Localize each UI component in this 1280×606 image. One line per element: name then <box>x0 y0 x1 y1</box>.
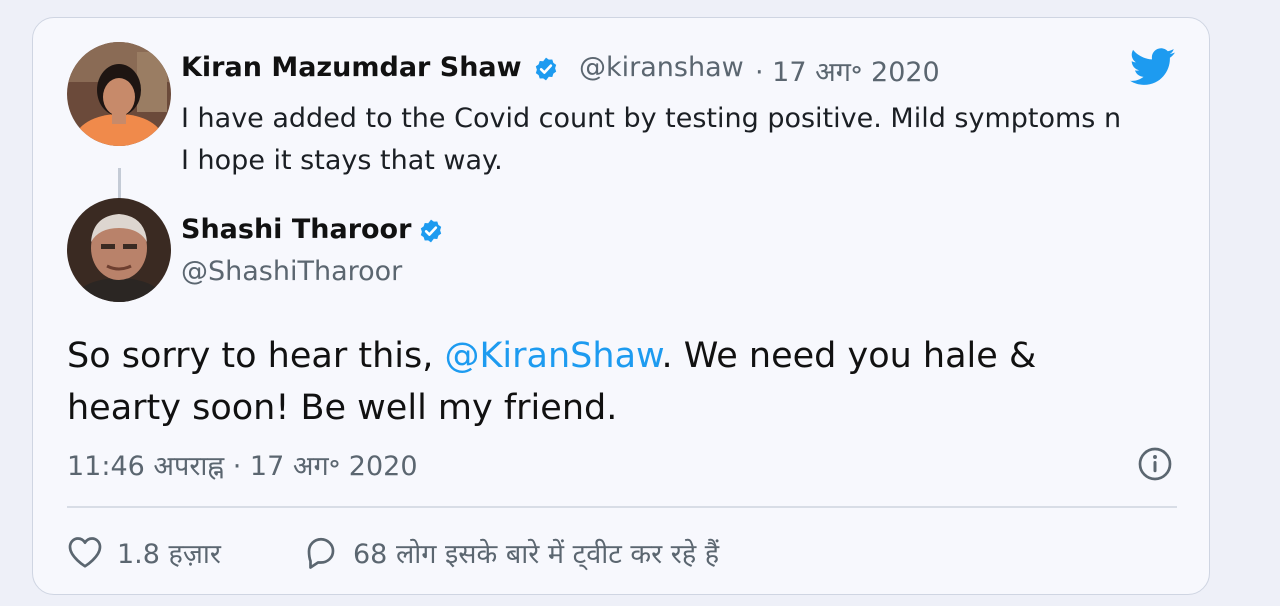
tweet-text: So sorry to hear this, @KiranShaw. We ne… <box>67 330 1167 434</box>
divider <box>67 506 1177 508</box>
info-icon[interactable] <box>1137 446 1173 482</box>
mention-link[interactable]: @KiranShaw <box>444 336 661 376</box>
tweet-text-line-2: hearty soon! Be well my friend. <box>67 388 618 428</box>
quoted-author-handle[interactable]: @kiranshaw <box>579 52 744 83</box>
tweet-text-prefix: So sorry to hear this, <box>67 336 445 376</box>
tweet-timestamp[interactable]: 11:46 अपराह्न · 17 अग॰ 2020 <box>67 446 418 483</box>
quoted-tweet-text: I have added to the Covid count by testi… <box>181 98 1181 182</box>
verified-badge-icon <box>535 57 557 81</box>
thread-connector-line <box>118 168 121 202</box>
tweet-author-handle[interactable]: @ShashiTharoor <box>181 256 402 287</box>
kiran-avatar[interactable] <box>67 42 171 146</box>
reply-action[interactable]: 68 लोग इसके बारे में ट्वीट कर रहे हैं <box>303 532 719 572</box>
quoted-text-line-2: I hope it stays that way. <box>181 145 503 176</box>
reply-bubble-icon <box>307 537 335 569</box>
like-count: 1.8 हज़ार <box>117 538 221 570</box>
tweet-text-suffix: . We need you hale & <box>661 336 1037 376</box>
reply-count-text: 68 लोग इसके बारे में ट्वीट कर रहे हैं <box>353 538 720 570</box>
tweet-author-name[interactable]: Shashi Tharoor <box>181 214 411 245</box>
verified-badge-icon <box>420 219 442 243</box>
quoted-tweet-date[interactable]: · 17 अग॰ 2020 <box>755 52 940 89</box>
quoted-author-name[interactable]: Kiran Mazumdar Shaw <box>181 52 522 83</box>
like-action[interactable]: 1.8 हज़ार <box>67 532 221 572</box>
tweet-text-line-1: So sorry to hear this, @KiranShaw. We ne… <box>67 330 1167 382</box>
twitter-bird-icon[interactable] <box>1130 48 1176 86</box>
quoted-text-line-1: I have added to the Covid count by testi… <box>181 103 1122 134</box>
embedded-tweet-card[interactable]: Kiran Mazumdar Shaw @kiranshaw · 17 अग॰ … <box>32 17 1210 595</box>
shashi-avatar[interactable] <box>67 198 171 302</box>
heart-icon <box>68 537 102 568</box>
